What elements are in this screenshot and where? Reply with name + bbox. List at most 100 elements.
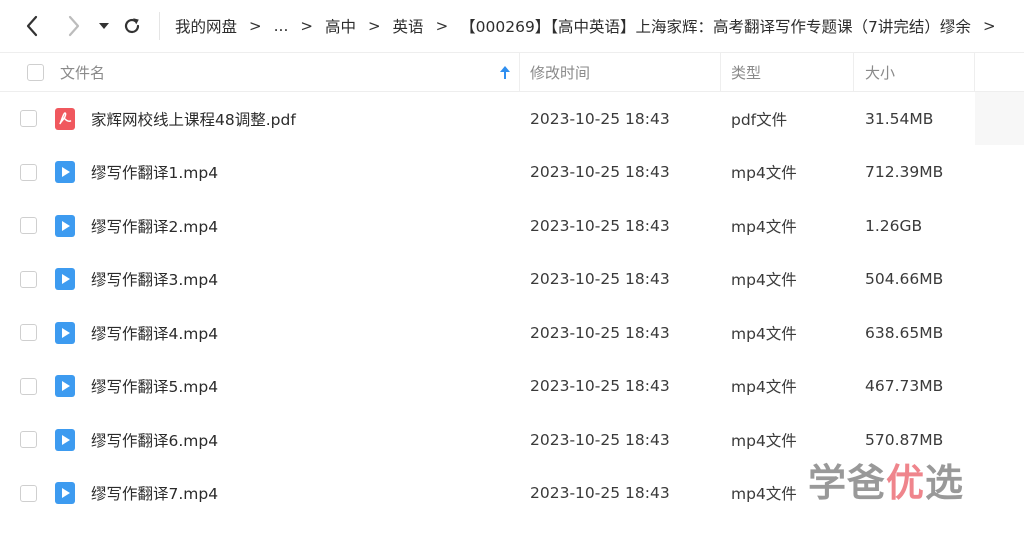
file-browser-window: 我的网盘 > ... > 高中 > 英语 > 【000269】【高中英语】上海家… xyxy=(0,0,1024,538)
breadcrumb-separator: > xyxy=(435,17,449,35)
file-type: mp4文件 xyxy=(731,485,797,504)
file-type: mp4文件 xyxy=(731,271,797,290)
breadcrumb-item-gaozhong[interactable]: 高中 xyxy=(325,15,356,37)
watermark-accent-text: 优 xyxy=(886,460,926,505)
file-name[interactable]: 缪写作翻译2.mp4 xyxy=(91,199,218,253)
file-size: 712.39MB xyxy=(865,163,944,182)
row-checkbox-cell xyxy=(20,146,37,200)
file-table-header: 文件名 修改时间 类型 大小 xyxy=(0,52,1024,92)
file-type: mp4文件 xyxy=(731,217,797,236)
column-header-type[interactable]: 类型 xyxy=(731,53,761,92)
row-checkbox-cell xyxy=(20,199,37,253)
file-icon-cell xyxy=(54,413,76,467)
row-checkbox[interactable] xyxy=(20,484,37,502)
file-modified: 2023-10-25 18:43 xyxy=(530,163,670,182)
column-divider[interactable] xyxy=(519,53,520,92)
table-row[interactable]: 缪写作翻译5.mp4 2023-10-25 18:43 mp4文件 467.73… xyxy=(0,360,974,414)
file-name[interactable]: 缪写作翻译1.mp4 xyxy=(91,146,218,200)
file-icon-cell xyxy=(54,360,76,414)
file-type: mp4文件 xyxy=(731,378,797,397)
file-modified: 2023-10-25 18:43 xyxy=(530,430,670,449)
breadcrumb: 我的网盘 > ... > 高中 > 英语 > 【000269】【高中英语】上海家… xyxy=(175,12,995,40)
video-file-icon xyxy=(55,482,75,505)
file-name[interactable]: 缪写作翻译7.mp4 xyxy=(91,467,218,521)
file-icon-cell xyxy=(54,92,76,146)
file-icon-cell xyxy=(54,253,76,307)
row-checkbox[interactable] xyxy=(20,163,37,181)
file-type: pdf文件 xyxy=(731,110,788,129)
file-icon-cell xyxy=(54,306,76,360)
video-file-icon xyxy=(55,428,75,451)
select-all-checkbox[interactable] xyxy=(27,64,44,81)
navigation-bar: 我的网盘 > ... > 高中 > 英语 > 【000269】【高中英语】上海家… xyxy=(0,0,1024,52)
watermark-text: 学爸 xyxy=(808,460,887,505)
table-row[interactable]: 缪写作翻译3.mp4 2023-10-25 18:43 mp4文件 504.66… xyxy=(0,253,974,307)
video-file-icon xyxy=(55,268,75,291)
file-name[interactable]: 缪写作翻译5.mp4 xyxy=(91,360,218,414)
refresh-icon xyxy=(124,18,140,34)
row-checkbox[interactable] xyxy=(20,377,37,395)
file-size: 638.65MB xyxy=(865,323,944,342)
table-row[interactable]: 家辉网校线上课程48调整.pdf 2023-10-25 18:43 pdf文件 … xyxy=(0,92,974,146)
file-type: mp4文件 xyxy=(731,324,797,343)
caret-down-icon xyxy=(99,23,109,29)
file-name[interactable]: 缪写作翻译3.mp4 xyxy=(91,253,218,307)
file-size: 1.26GB xyxy=(865,216,923,235)
select-all-checkbox-cell xyxy=(27,53,44,92)
row-checkbox-cell xyxy=(20,306,37,360)
column-header-size[interactable]: 大小 xyxy=(865,53,895,92)
file-name[interactable]: 缪写作翻译6.mp4 xyxy=(91,413,218,467)
breadcrumb-separator: > xyxy=(249,17,262,35)
row-checkbox[interactable] xyxy=(20,217,37,235)
video-file-icon xyxy=(55,375,75,398)
file-name[interactable]: 缪写作翻译4.mp4 xyxy=(91,306,218,360)
video-file-icon xyxy=(55,214,75,237)
column-divider[interactable] xyxy=(853,53,854,92)
breadcrumb-item-ellipsis[interactable]: ... xyxy=(274,17,289,35)
breadcrumb-overflow-separator[interactable]: > xyxy=(983,17,995,35)
watermark-logo: 学爸优选 xyxy=(808,452,964,506)
row-checkbox-cell xyxy=(20,92,37,146)
breadcrumb-item-current-folder[interactable]: 【000269】【高中英语】上海家辉：高考翻译写作专题课（7讲完结）缪余 xyxy=(460,15,971,37)
chevron-left-icon xyxy=(26,15,38,37)
forward-button[interactable] xyxy=(61,13,87,39)
file-size: 467.73MB xyxy=(865,377,944,396)
video-file-icon xyxy=(55,161,75,184)
refresh-button[interactable] xyxy=(119,13,145,39)
file-modified: 2023-10-25 18:43 xyxy=(530,270,670,289)
pdf-file-icon xyxy=(55,107,75,130)
row-checkbox[interactable] xyxy=(20,431,37,449)
row-checkbox[interactable] xyxy=(20,110,37,128)
table-row[interactable]: 缪写作翻译4.mp4 2023-10-25 18:43 mp4文件 638.65… xyxy=(0,306,974,360)
back-button[interactable] xyxy=(19,13,45,39)
file-modified: 2023-10-25 18:43 xyxy=(530,484,670,503)
file-modified: 2023-10-25 18:43 xyxy=(530,323,670,342)
row-checkbox[interactable] xyxy=(20,270,37,288)
breadcrumb-separator: > xyxy=(300,17,313,35)
file-icon-cell xyxy=(54,199,76,253)
row-checkbox[interactable] xyxy=(20,324,37,342)
file-icon-cell xyxy=(54,146,76,200)
row-checkbox-cell xyxy=(20,413,37,467)
video-file-icon xyxy=(55,321,75,344)
row-checkbox-cell xyxy=(20,467,37,521)
row-checkbox-cell xyxy=(20,253,37,307)
table-row[interactable]: 缪写作翻译1.mp4 2023-10-25 18:43 mp4文件 712.39… xyxy=(0,146,974,200)
column-header-name[interactable]: 文件名 xyxy=(60,53,105,92)
table-row[interactable]: 缪写作翻译2.mp4 2023-10-25 18:43 mp4文件 1.26GB xyxy=(0,199,974,253)
column-divider[interactable] xyxy=(974,53,975,92)
breadcrumb-separator: > xyxy=(367,17,381,35)
file-type: mp4文件 xyxy=(731,164,797,183)
breadcrumb-item-yingyu[interactable]: 英语 xyxy=(393,15,424,37)
history-dropdown-button[interactable] xyxy=(93,13,115,39)
file-type: mp4文件 xyxy=(731,431,797,450)
file-icon-cell xyxy=(54,467,76,521)
sort-up-arrow-icon[interactable] xyxy=(499,65,511,81)
toolbar-divider xyxy=(159,12,160,40)
file-size: 504.66MB xyxy=(865,270,944,289)
file-name[interactable]: 家辉网校线上课程48调整.pdf xyxy=(91,92,296,146)
column-header-modified[interactable]: 修改时间 xyxy=(530,53,590,92)
breadcrumb-item-root[interactable]: 我的网盘 xyxy=(175,15,237,37)
file-modified: 2023-10-25 18:43 xyxy=(530,377,670,396)
column-divider[interactable] xyxy=(720,53,721,92)
